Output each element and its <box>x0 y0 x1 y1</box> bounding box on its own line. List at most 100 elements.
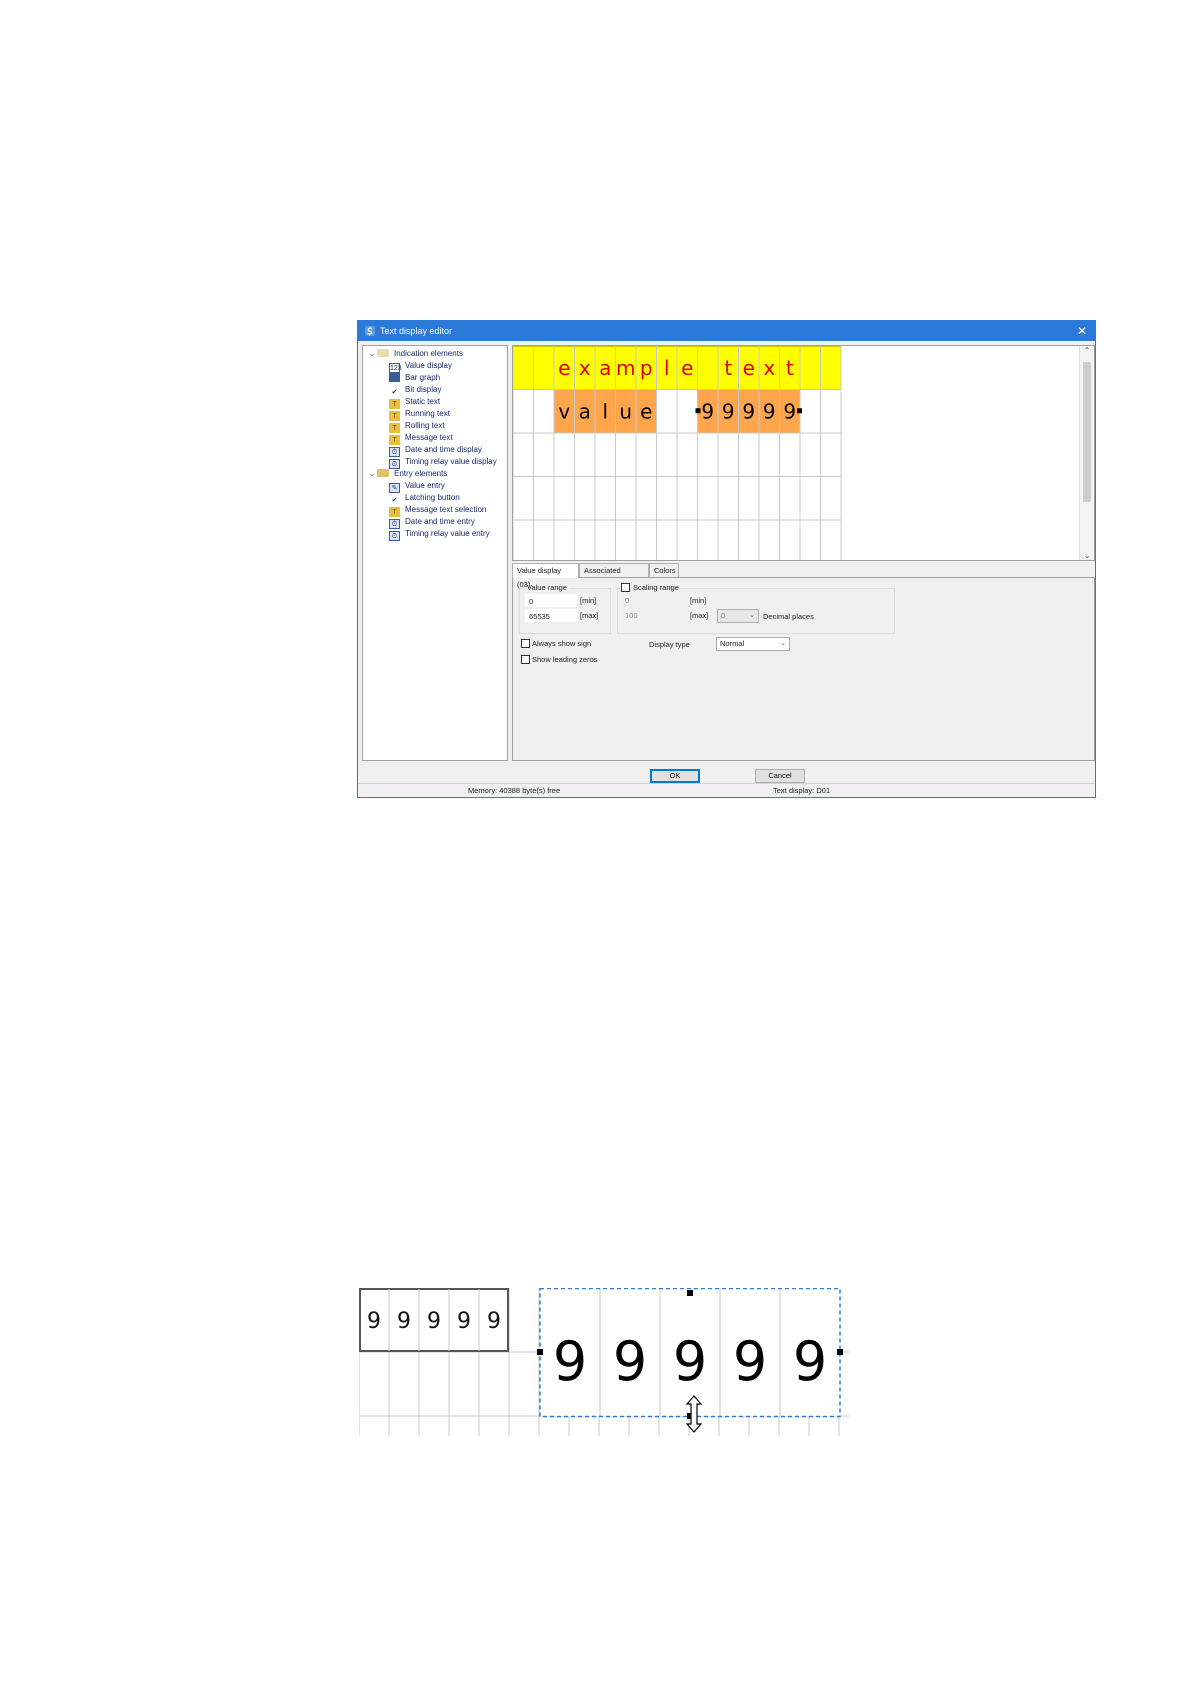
tree-item-running-text[interactable]: T Running text <box>389 408 450 421</box>
tree-item-latching-button[interactable]: ✔ Latching button <box>389 492 460 504</box>
text-char: e <box>558 356 570 380</box>
value-char: 9 <box>701 399 714 423</box>
decimal-places-value: 0 <box>721 611 726 620</box>
decimal-places-select[interactable]: 0 ⌄ <box>717 609 759 623</box>
always-show-sign-label: Always show sign <box>532 639 592 648</box>
display-type-value: Normal <box>720 639 745 648</box>
status-bar: Memory: 40388 byte(s) free Text display:… <box>358 783 1095 797</box>
tab-content: Value range 0 [min] 65535 [max] Scaling … <box>512 577 1095 761</box>
text-char: t <box>786 356 794 380</box>
small-digit: 9 <box>427 1309 441 1334</box>
display-editor-canvas[interactable]: exampletextvalue99999 ⌃ ⌄ <box>512 345 1095 561</box>
scaling-range-checkbox[interactable] <box>621 583 630 592</box>
text-char: m <box>616 356 635 380</box>
close-icon[interactable]: ✕ <box>1075 321 1089 341</box>
scroll-down-icon[interactable]: ⌄ <box>1080 551 1094 560</box>
title-bar: Text display editor ✕ <box>358 321 1095 341</box>
tree-item-label: Date and time display <box>405 445 482 454</box>
tree-item-date-and-time-display[interactable]: ⏱ Date and time display <box>389 444 482 457</box>
element-tree[interactable]: ⌄ Indication elements 123 Value display Bar … <box>362 345 508 761</box>
resize-illustration-canvas: 9 9 9 9 99 9 9 9 9 <box>359 1288 849 1436</box>
label-char: v <box>558 399 570 423</box>
tree-item-label: Timing relay value display <box>405 457 497 466</box>
editor-grid[interactable]: e x a m p l e t e x tv a l u e 9 9 9 9 9 <box>513 346 863 561</box>
label-char: l <box>602 399 608 423</box>
value-char: 9 <box>722 399 735 423</box>
chevron-down-icon[interactable]: ⌄ <box>367 348 377 360</box>
folder-icon <box>377 349 389 357</box>
scaling-max-input[interactable]: 100 <box>625 611 638 620</box>
show-leading-zeros-checkbox[interactable] <box>521 655 530 664</box>
value-range-min-input[interactable]: 0 <box>525 594 577 607</box>
value-range-min-unit: [min] <box>580 596 597 605</box>
text-char: l <box>664 356 670 380</box>
value-range-label: Value range <box>525 583 569 592</box>
value-range-max-unit: [max] <box>580 611 599 620</box>
tree-item-value-entry[interactable]: ✎ Value entry <box>389 480 445 493</box>
chevron-down-icon: ⌄ <box>780 640 786 647</box>
text-display-status: Text display: D01 <box>773 786 831 795</box>
display-type-select[interactable]: Normal ⌄ <box>716 637 790 651</box>
resize-illustration: 9999999999 <box>359 1288 849 1436</box>
cancel-button[interactable]: Cancel <box>755 769 805 783</box>
tree-group-indication-elements[interactable]: ⌄ Indication elements <box>367 348 463 360</box>
tab-colors[interactable]: Colors <box>649 563 679 577</box>
value-range-max-input[interactable]: 65535 <box>525 609 577 622</box>
tree-item-message-text-selection[interactable]: T Message text selection <box>389 504 486 517</box>
scaling-range-label: Scaling range <box>633 583 679 592</box>
scaling-min-input[interactable]: 0 <box>625 596 629 605</box>
tree-item-date-and-time-entry[interactable]: ⏱ Date and time entry <box>389 516 475 529</box>
label-char: a <box>579 399 591 423</box>
scroll-up-icon[interactable]: ⌃ <box>1080 346 1094 355</box>
tree-item-rolling-text[interactable]: T Rolling text <box>389 420 445 433</box>
tab-associated-variable[interactable]: Associated variable <box>579 563 649 589</box>
memory-status: Memory: 40388 byte(s) free <box>468 786 561 795</box>
text-char: e <box>681 356 693 380</box>
label-char: u <box>619 399 632 423</box>
value-char: 9 <box>763 399 776 423</box>
tree-group-label: Entry elements <box>394 469 448 478</box>
tree-item-label: Bit display <box>405 385 442 394</box>
tree-item-label: Bar graph <box>405 373 441 382</box>
tab-value-display[interactable]: Value display (03) <box>512 563 579 589</box>
vertical-scrollbar[interactable]: ⌃ ⌄ <box>1079 346 1094 560</box>
large-digit: 9 <box>673 1330 707 1393</box>
chevron-down-icon[interactable]: ⌄ <box>367 468 377 480</box>
folder-icon <box>377 469 389 477</box>
tree-item-label: Latching button <box>405 493 460 502</box>
small-digit: 9 <box>487 1309 501 1334</box>
scaling-max-unit: [max] <box>690 611 709 620</box>
tree-item-static-text[interactable]: T Static text <box>389 396 441 409</box>
app-icon <box>364 325 376 337</box>
large-digit: 9 <box>613 1330 647 1393</box>
resize-handle-left <box>537 1349 543 1355</box>
ok-button[interactable]: OK <box>650 769 700 783</box>
tree-item-label: Static text <box>405 397 441 406</box>
tree-item-value-display[interactable]: 123 Value display <box>389 360 452 373</box>
tree-item-timing-relay-value-display[interactable]: ⏲ Timing relay value display <box>389 456 497 469</box>
large-digit: 9 <box>733 1330 767 1393</box>
tree-item-bit-display[interactable]: ✔ Bit display <box>389 384 442 396</box>
text-char: e <box>743 356 755 380</box>
text-char: x <box>579 356 591 380</box>
tree-item-timing-relay-value-entry[interactable]: ⏲ Timing relay value entry <box>389 528 490 541</box>
tree-item-label: Running text <box>405 409 450 418</box>
resize-handle-right <box>797 408 802 414</box>
tree-item-label: Timing relay value entry <box>405 529 490 538</box>
resize-handle-right <box>837 1349 843 1355</box>
always-show-sign-checkbox[interactable] <box>521 639 530 648</box>
tree-item-label: Value display <box>405 361 452 370</box>
scroll-thumb[interactable] <box>1083 362 1091 502</box>
resize-handle-left <box>695 408 701 414</box>
resize-handle-top <box>687 1290 693 1296</box>
dialog-title: Text display editor <box>380 326 453 336</box>
tree-item-message-text[interactable]: T Message text <box>389 432 453 445</box>
tree-item-label: Value entry <box>405 481 445 490</box>
tree-item-bar-graph[interactable]: Bar graph <box>389 372 440 384</box>
tree-item-label: Message text <box>405 433 453 442</box>
tree-item-label: Rolling text <box>405 421 445 430</box>
display-type-label: Display type <box>649 640 690 649</box>
tree-group-label: Indication elements <box>394 349 463 358</box>
scaling-min-unit: [min] <box>690 596 707 605</box>
tree-group-entry-elements[interactable]: ⌄ Entry elements <box>367 468 447 480</box>
